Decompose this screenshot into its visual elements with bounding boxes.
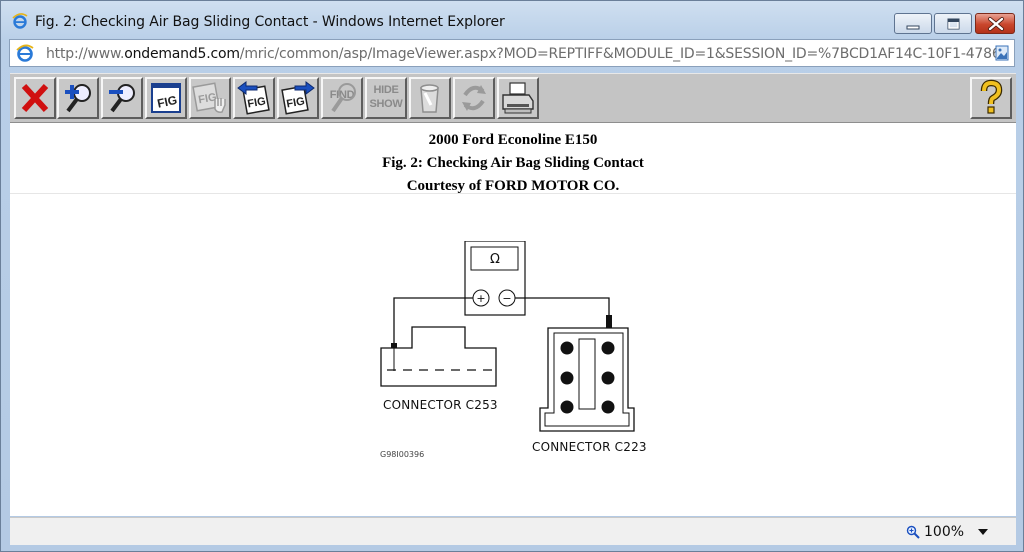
minus-sign: − [502,292,511,305]
connector-c253-label: CONNECTOR C253 [383,398,498,412]
url-host: ondemand5.com [124,46,240,62]
ohm-symbol: Ω [490,252,500,267]
find-button[interactable]: FIND [321,77,363,119]
zoom-dropdown-chevron-icon[interactable] [978,529,988,535]
courtesy-line: Courtesy of FORD MOTOR CO. [406,178,620,194]
plus-sign: + [476,292,485,305]
fit-window-icon: FIG [151,83,181,113]
image-viewport: 2000 Ford Econoline E150 Fig. 2: Checkin… [10,123,1016,516]
connector-c253-body [380,326,497,387]
hide-label: HIDE [373,84,399,96]
c223-center-slot [578,338,596,410]
probe-right [606,315,612,329]
zoom-magnifier-icon[interactable] [906,525,920,539]
connector-c223-label: CONNECTOR C223 [532,440,647,454]
address-bar[interactable]: http://www.ondemand5.com/mric/common/asp… [9,39,1015,67]
ie-page-icon [16,44,34,62]
figure-id: G98I00396 [380,450,425,459]
hide-show-button[interactable]: HIDE SHOW [365,77,407,119]
status-bar: 100% [10,517,1016,545]
minimize-icon [906,25,920,30]
zoom-out-icon [109,84,135,113]
negative-lead [515,297,610,319]
next-figure-button[interactable]: FIG [277,77,319,119]
pan-figure-button[interactable]: FIG [189,77,231,119]
red-x-icon [21,83,49,113]
window-title: Fig. 2: Checking Air Bag Sliding Contact… [35,14,505,30]
browser-window: Fig. 2: Checking Air Bag Sliding Contact… [0,0,1024,552]
maximize-icon [947,18,960,30]
c223-pin [601,341,615,355]
url-prefix: http://www. [46,46,125,62]
previous-figure-icon: FIG [237,81,270,115]
url-path: /mric/common/asp/ImageViewer.aspx?MOD=RE… [239,46,1006,62]
close-image-button[interactable] [14,77,56,119]
paint-bucket-icon [420,84,439,113]
c223-pin [601,371,615,385]
figure-header: 2000 Ford Econoline E150 Fig. 2: Checkin… [10,129,1016,198]
fit-to-window-button[interactable]: FIG [145,77,187,119]
c223-pin [560,371,574,385]
pan-hand-icon: FIG [192,82,226,113]
c223-pin [560,400,574,414]
close-icon [988,17,1004,31]
diagram-drawing: Ω + − [380,240,635,432]
question-mark-icon [980,79,1003,114]
minimize-button[interactable] [894,13,932,34]
title-bar: Fig. 2: Checking Air Bag Sliding Contact… [1,1,1023,39]
printer-icon [502,82,534,114]
zoom-level[interactable]: 100% [924,524,964,540]
page-image-icon[interactable] [994,45,1010,61]
rotate-arrows-icon [462,85,486,111]
header-divider [10,193,1016,194]
c223-pin [601,400,615,414]
c223-pin [560,341,574,355]
print-button[interactable] [497,77,539,119]
wiring-diagram: Ω + − CONNECTOR C253 CONNECTOR C223 G98I… [365,240,665,461]
show-label: SHOW [369,98,403,110]
image-viewer-toolbar: FIG FIG FIG FIG FIND HIDE SHOW [10,73,1016,123]
previous-figure-button[interactable]: FIG [233,77,275,119]
rotate-button[interactable] [453,77,495,119]
help-button[interactable] [970,77,1012,119]
url-text[interactable]: http://www.ondemand5.com/mric/common/asp… [46,46,1006,62]
close-button[interactable] [975,13,1015,34]
ie-logo-icon [12,13,28,29]
zoom-in-icon [65,84,91,113]
next-figure-icon: FIG [281,81,315,115]
paint-bucket-button[interactable] [409,77,451,119]
zoom-out-button[interactable] [101,77,143,119]
vehicle-title: 2000 Ford Econoline E150 [428,132,598,148]
zoom-in-button[interactable] [57,77,99,119]
find-magnifier-icon [331,83,356,113]
maximize-button[interactable] [934,13,972,34]
figure-title: Fig. 2: Checking Air Bag Sliding Contact [382,155,644,171]
